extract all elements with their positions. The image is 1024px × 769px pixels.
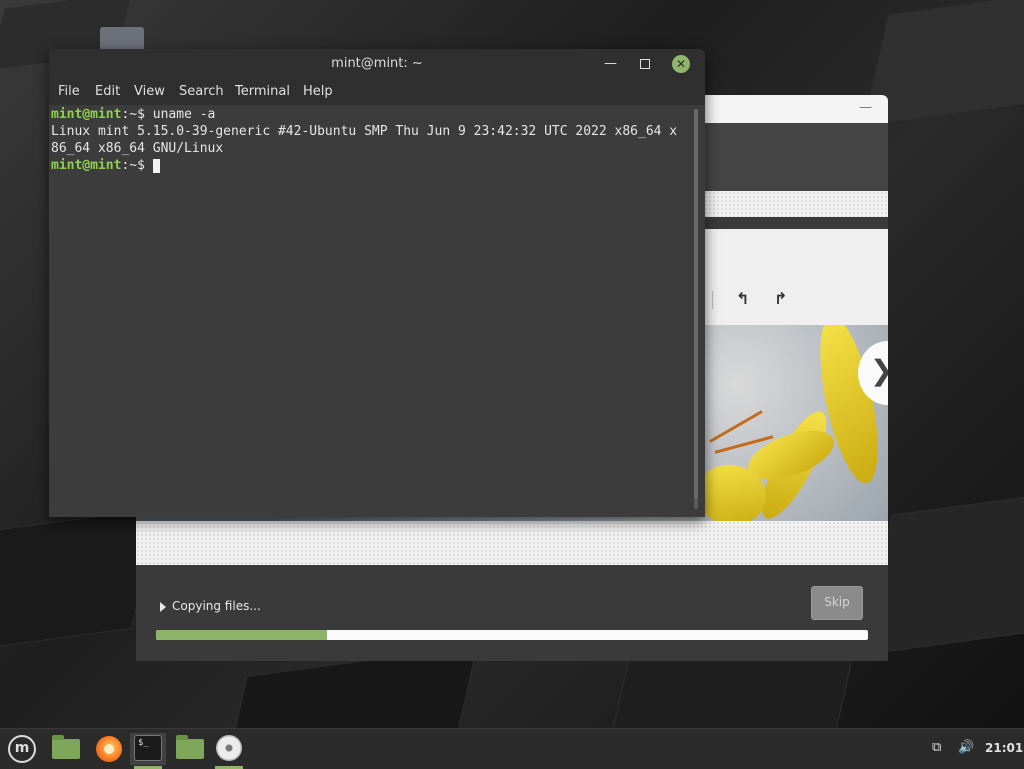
toolbar-separator [712, 291, 713, 309]
expander-arrow-icon [160, 601, 166, 612]
redo-icon: ↱ [774, 289, 788, 308]
terminal-line: mint@mint:~$ uname -a [51, 107, 215, 122]
terminal-menubar: File Edit View Search Terminal Help [49, 79, 705, 105]
firefox-launcher[interactable] [90, 733, 126, 765]
menu-help[interactable]: Help [303, 84, 333, 99]
progress-bar-fill [156, 630, 327, 640]
folder-icon [176, 735, 204, 759]
progress-bar [156, 630, 868, 640]
status-expander[interactable]: Copying files... [160, 599, 261, 613]
installer-footer: Copying files... Skip [136, 565, 888, 661]
volume-icon[interactable]: 🔊 [958, 740, 974, 755]
prompt-separator: :~$ [121, 158, 153, 173]
menu-search[interactable]: Search [179, 84, 224, 99]
terminal-scrollbar[interactable] [694, 109, 698, 509]
disc-icon [216, 735, 242, 761]
terminal-output[interactable]: mint@mint:~$ uname -a Linux mint 5.15.0-… [49, 105, 692, 517]
taskbar: m $_ ⧉ 🔊 21:01 [0, 728, 1024, 769]
menu-terminal[interactable]: Terminal [235, 84, 290, 99]
terminal-icon: $_ [134, 735, 162, 761]
prompt-separator: :~$ [121, 107, 153, 122]
mint-menu-button[interactable]: m [4, 733, 40, 765]
text-cursor [152, 158, 160, 173]
undo-icon: ↰ [736, 289, 750, 308]
close-button[interactable]: ✕ [672, 55, 690, 73]
files-launcher[interactable] [170, 733, 206, 765]
prompt-user: mint@mint [51, 107, 122, 122]
terminal-task-button[interactable]: $_ [130, 733, 166, 769]
menu-view[interactable]: View [134, 84, 165, 99]
scrollbar-thumb[interactable] [694, 109, 698, 499]
terminal-line: 86_64 x86_64 GNU/Linux [51, 141, 224, 156]
minimize-button[interactable]: — [604, 56, 617, 71]
terminal-line: Linux mint 5.15.0-39-generic #42-Ubuntu … [51, 124, 678, 139]
menu-edit[interactable]: Edit [95, 84, 120, 99]
installer-minimize-button[interactable]: — [859, 100, 872, 115]
menu-file[interactable]: File [58, 84, 80, 99]
installer-task-button[interactable] [211, 733, 247, 769]
status-text: Copying files... [172, 599, 261, 613]
desktop-drive-icon[interactable] [100, 27, 144, 51]
desktop-icon [52, 735, 80, 759]
skip-button[interactable]: Skip [811, 586, 863, 620]
maximize-button[interactable] [640, 59, 650, 69]
terminal-window: mint@mint: ~ — ✕ File Edit View Search T… [49, 49, 705, 517]
terminal-titlebar[interactable]: mint@mint: ~ — ✕ [49, 49, 705, 79]
terminal-line: mint@mint:~$ [51, 158, 160, 173]
clock[interactable]: 21:01 [985, 741, 1023, 755]
firefox-icon [96, 736, 122, 762]
network-icon[interactable]: ⧉ [932, 740, 941, 755]
show-desktop-button[interactable] [46, 733, 82, 765]
prompt-user: mint@mint [51, 158, 122, 173]
command-text: uname -a [152, 107, 216, 122]
